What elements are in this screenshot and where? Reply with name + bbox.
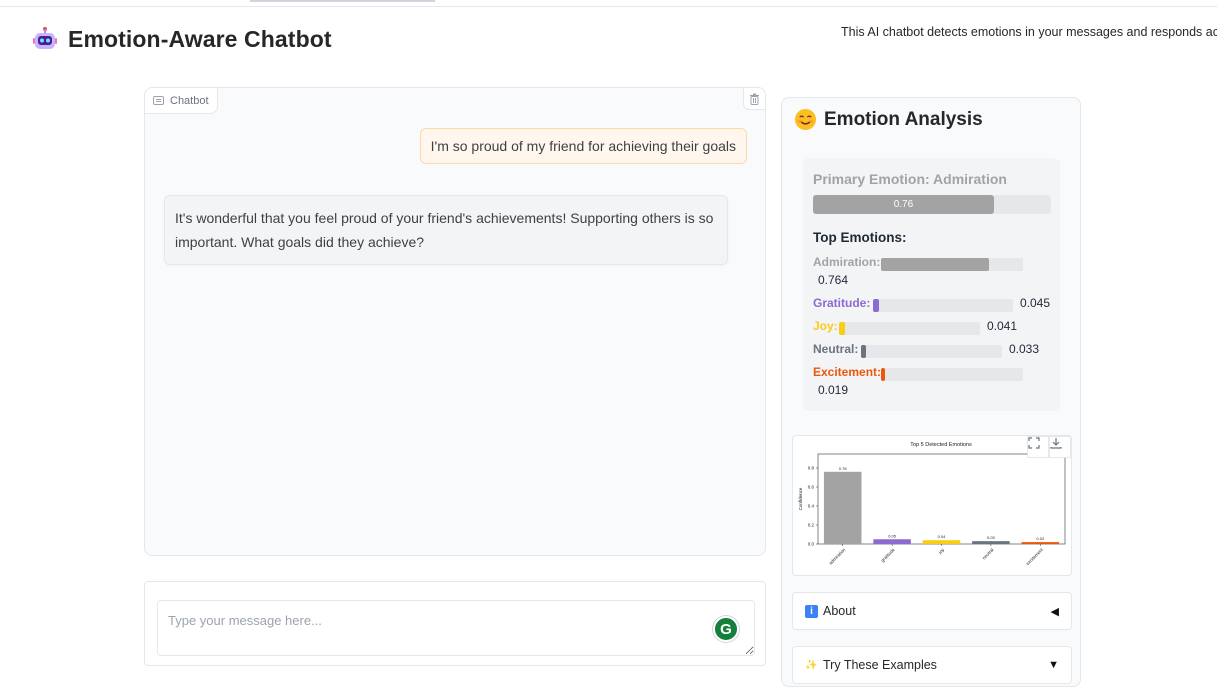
chatbot-label-text: Chatbot bbox=[170, 94, 209, 107]
about-accordion-label: About bbox=[823, 604, 856, 618]
chatbot-label: Chatbot bbox=[145, 88, 218, 114]
x-tick-label: joy bbox=[937, 547, 946, 556]
chat-icon bbox=[153, 96, 164, 105]
tab-indicator bbox=[250, 0, 435, 2]
emotion-bar-fill bbox=[861, 345, 866, 358]
emotion-value: 0.045 bbox=[1020, 296, 1051, 310]
emotion-bar bbox=[881, 368, 1023, 381]
emotion-row-neutral: Neutral: 0.033 bbox=[813, 342, 1039, 358]
x-tick-label: neutral bbox=[981, 547, 994, 560]
browser-top-strip bbox=[0, 0, 1217, 7]
emotion-analysis-header: Emotion Analysis bbox=[794, 108, 983, 131]
emotion-bar bbox=[873, 299, 1013, 312]
emotion-row-excitement: Excitement: 0.019 bbox=[813, 365, 1023, 397]
y-tick-label: 0.4 bbox=[808, 504, 815, 509]
chart-bar bbox=[823, 471, 862, 544]
bar-value-label: 0.03 bbox=[987, 535, 996, 540]
primary-emotion-label: Primary Emotion: Admiration bbox=[813, 171, 1007, 187]
emotion-bar bbox=[881, 258, 1023, 271]
chatbot-panel: Chatbot I'm so proud of my friend for ac… bbox=[144, 87, 766, 556]
emotion-row-admiration: Admiration: 0.764 bbox=[813, 255, 1023, 287]
fullscreen-button[interactable] bbox=[1027, 436, 1049, 458]
bar-value-label: 0.05 bbox=[888, 533, 897, 538]
trash-icon bbox=[750, 93, 759, 105]
x-tick-label: gratitude bbox=[880, 547, 896, 563]
bar-value-label: 0.02 bbox=[1036, 536, 1045, 541]
page-title: Emotion-Aware Chatbot bbox=[68, 25, 332, 52]
emotion-summary-card: Primary Emotion: Admiration 0.76 Top Emo… bbox=[803, 158, 1060, 411]
x-tick-label: admiration bbox=[828, 547, 847, 566]
y-tick-label: 0.0 bbox=[808, 542, 815, 547]
bar-value-label: 0.04 bbox=[938, 534, 947, 539]
x-tick-label: excitement bbox=[1025, 547, 1044, 566]
emotion-bar-fill bbox=[839, 322, 845, 335]
chart-bar bbox=[873, 539, 911, 544]
emotion-bar-chart: Top 5 Detected Emotions Confidence 0.0 0.2 0… bbox=[792, 435, 1072, 576]
top-emotions-title: Top Emotions: bbox=[813, 230, 907, 245]
emotion-analysis-panel: Emotion Analysis Primary Emotion: Admira… bbox=[781, 97, 1081, 687]
chart-bar bbox=[1021, 542, 1060, 544]
emotion-bar bbox=[861, 345, 1002, 358]
download-icon bbox=[1050, 438, 1062, 449]
emotion-name: Admiration: bbox=[813, 255, 881, 269]
bot-message: It's wonderful that you feel proud of yo… bbox=[164, 195, 728, 265]
emotion-value: 0.033 bbox=[1009, 342, 1040, 356]
emotion-name: Neutral: bbox=[813, 342, 859, 356]
emotion-value: 0.764 bbox=[818, 273, 849, 287]
chart-bar bbox=[972, 541, 1010, 544]
primary-emotion-fill: 0.76 bbox=[813, 195, 994, 214]
emotion-row-joy: Joy: 0.041 bbox=[813, 319, 1017, 335]
emotion-bar bbox=[839, 322, 980, 335]
primary-emotion-bar: 0.76 bbox=[813, 195, 1051, 214]
emotion-bar-fill bbox=[873, 299, 880, 312]
page-description: This AI chatbot detects emotions in your… bbox=[841, 25, 1217, 39]
sparkles-icon: ✨ bbox=[805, 659, 818, 671]
emotion-value: 0.041 bbox=[987, 319, 1018, 333]
y-tick-label: 0.6 bbox=[808, 485, 815, 490]
examples-accordion-label: Try These Examples bbox=[823, 658, 937, 672]
bar-value-label: 0.76 bbox=[839, 466, 848, 471]
message-input-panel: G bbox=[144, 581, 766, 666]
robot-icon bbox=[33, 27, 57, 49]
about-accordion[interactable]: i About ◀ bbox=[792, 592, 1072, 630]
emotion-bar-fill bbox=[881, 368, 886, 381]
emotion-analysis-title: Emotion Analysis bbox=[824, 108, 983, 130]
y-tick-label: 0.8 bbox=[808, 466, 815, 471]
emotion-value: 0.019 bbox=[818, 383, 849, 397]
caret-left-icon: ◀ bbox=[1050, 605, 1059, 618]
download-button[interactable] bbox=[1049, 436, 1071, 458]
chart-bar bbox=[922, 540, 961, 544]
smiling-face-icon bbox=[794, 108, 817, 131]
caret-down-icon: ▼ bbox=[1048, 659, 1059, 671]
user-message: I'm so proud of my friend for achieving … bbox=[419, 128, 747, 164]
chart-title: Top 5 Detected Emotions bbox=[910, 442, 972, 448]
clear-chat-button[interactable] bbox=[743, 88, 765, 110]
y-axis-label: Confidence bbox=[798, 487, 803, 510]
expand-icon bbox=[1028, 437, 1040, 449]
emotion-name: Gratitude: bbox=[813, 296, 871, 310]
grammarly-icon[interactable]: G bbox=[713, 616, 739, 642]
examples-accordion[interactable]: ✨ Try These Examples ▼ bbox=[792, 646, 1072, 684]
emotion-name: Excitement: bbox=[813, 365, 882, 379]
emotion-name: Joy: bbox=[813, 319, 838, 333]
message-input[interactable] bbox=[157, 600, 755, 656]
info-icon: i bbox=[805, 604, 818, 618]
y-tick-label: 0.2 bbox=[808, 523, 815, 528]
emotion-bar-fill bbox=[881, 258, 990, 271]
emotion-row-gratitude: Gratitude: 0.045 bbox=[813, 296, 1050, 312]
app-header: Emotion-Aware Chatbot bbox=[32, 22, 332, 56]
